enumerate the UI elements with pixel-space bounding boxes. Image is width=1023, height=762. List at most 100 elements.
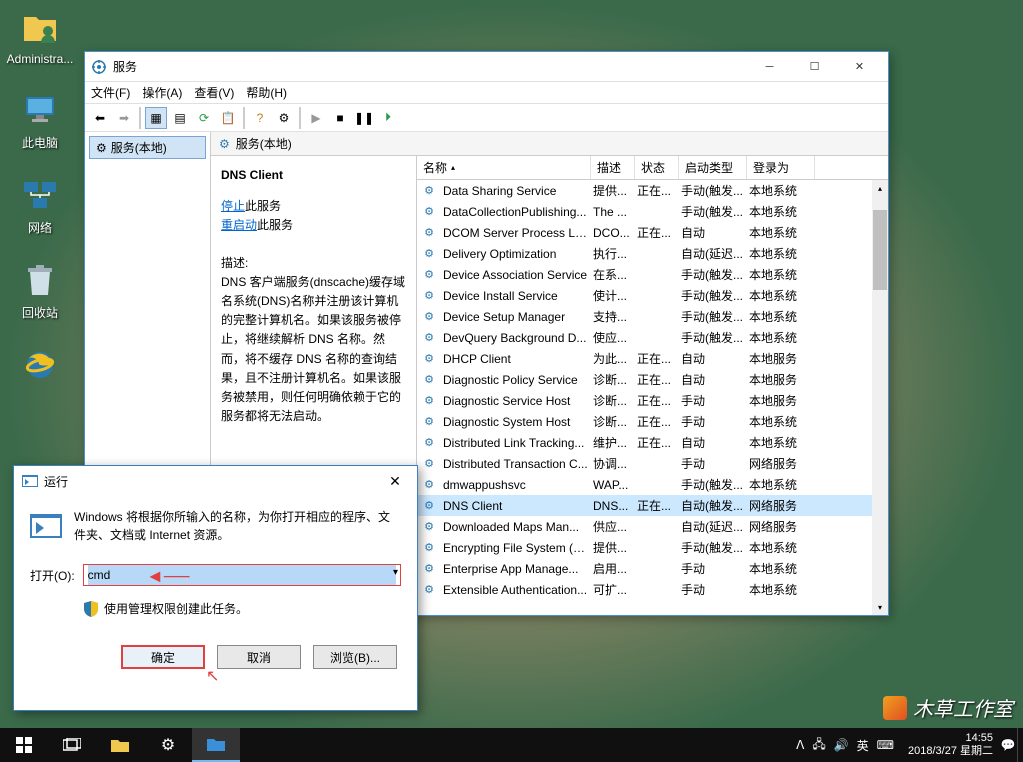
desktop-icon-this-pc[interactable]: 此电脑	[8, 90, 72, 151]
scroll-down-button[interactable]: ▾	[872, 599, 888, 615]
table-row[interactable]: ⚙DataCollectionPublishing...The ...手动(触发…	[417, 201, 888, 222]
gear-icon: ⚙	[421, 540, 437, 556]
vertical-scrollbar[interactable]: ▴ ▾	[872, 180, 888, 615]
gear-icon: ⚙	[421, 561, 437, 577]
run-input[interactable]	[88, 565, 396, 585]
menu-view[interactable]: 查看(V)	[194, 84, 234, 101]
table-row[interactable]: ⚙Distributed Transaction C...协调...手动网络服务	[417, 453, 888, 474]
tray-volume-icon[interactable]: 🔊	[834, 738, 849, 752]
services-local-node[interactable]: ⚙ 服务(本地)	[89, 136, 206, 159]
gear-icon: ⚙	[421, 393, 437, 409]
description-text: DNS 客户端服务(dnscache)缓存域名系统(DNS)名称并注册该计算机的…	[221, 273, 406, 427]
column-startup[interactable]: 启动类型	[679, 156, 747, 179]
run-title: 运行	[44, 473, 375, 490]
menu-action[interactable]: 操作(A)	[142, 84, 182, 101]
scroll-thumb[interactable]	[873, 210, 887, 290]
desktop-icon-recycle-bin[interactable]: 回收站	[8, 260, 72, 321]
cell-desc: 启用...	[591, 560, 635, 577]
gear-icon: ⚙	[421, 225, 437, 241]
toolbar-show-hide[interactable]: ▦	[145, 107, 167, 129]
table-row[interactable]: ⚙Diagnostic Service Host诊断...正在...手动本地服务	[417, 390, 888, 411]
taskbar-clock[interactable]: 14:55 2018/3/27 星期二	[902, 732, 999, 758]
toolbar-forward[interactable]: ➡	[113, 107, 135, 129]
cell-status: 正在...	[635, 434, 679, 451]
restart-service-link[interactable]: 重启动	[221, 218, 257, 232]
gear-icon: ⚙	[421, 183, 437, 199]
cell-name: Device Setup Manager	[441, 310, 591, 324]
toolbar-properties[interactable]: ▤	[169, 107, 191, 129]
cell-desc: 维护...	[591, 434, 635, 451]
table-row[interactable]: ⚙Device Association Service在系...手动(触发...…	[417, 264, 888, 285]
taskbar-edge[interactable]	[192, 728, 240, 762]
action-center-button[interactable]: 💬	[999, 728, 1017, 762]
table-row[interactable]: ⚙Downloaded Maps Man...供应...自动(延迟...网络服务	[417, 516, 888, 537]
toolbar-export[interactable]: 📋	[217, 107, 239, 129]
clock-time: 14:55	[908, 732, 993, 745]
table-row[interactable]: ⚙DNS ClientDNS...正在...自动(触发...网络服务	[417, 495, 888, 516]
menu-file[interactable]: 文件(F)	[91, 84, 130, 101]
cell-startup: 手动(触发...	[679, 287, 747, 304]
table-row[interactable]: ⚙Diagnostic System Host诊断...正在...手动本地系统	[417, 411, 888, 432]
table-row[interactable]: ⚙Data Sharing Service提供...正在...手动(触发...本…	[417, 180, 888, 201]
table-row[interactable]: ⚙Encrypting File System (E...提供...手动(触发.…	[417, 537, 888, 558]
browse-button[interactable]: 浏览(B)...	[313, 645, 397, 669]
taskbar-file-explorer[interactable]	[96, 728, 144, 762]
cell-startup: 手动(触发...	[679, 476, 747, 493]
toolbar-start-service[interactable]: ▶	[305, 107, 327, 129]
run-titlebar[interactable]: 运行 ✕	[14, 466, 417, 496]
gear-icon: ⚙	[96, 141, 107, 155]
cell-name: Data Sharing Service	[441, 184, 591, 198]
tray-up-icon[interactable]: ᐱ	[796, 738, 804, 752]
cell-startup: 手动(触发...	[679, 308, 747, 325]
toolbar-restart-service[interactable]: ⏵	[377, 107, 399, 129]
table-row[interactable]: ⚙Distributed Link Tracking...维护...正在...自…	[417, 432, 888, 453]
run-input-wrapper: ▾	[83, 564, 401, 586]
cancel-button[interactable]: 取消	[217, 645, 301, 669]
cell-logon: 本地系统	[747, 308, 815, 325]
cell-logon: 本地系统	[747, 182, 815, 199]
task-view-button[interactable]	[48, 728, 96, 762]
desktop-icon-administrator[interactable]: Administra...	[8, 8, 72, 66]
table-row[interactable]: ⚙DevQuery Background D...使应...手动(触发...本地…	[417, 327, 888, 348]
toolbar-back[interactable]: ⬅	[89, 107, 111, 129]
run-close-button[interactable]: ✕	[375, 468, 415, 494]
column-logon[interactable]: 登录为	[747, 156, 815, 179]
table-row[interactable]: ⚙dmwappushsvcWAP...手动(触发...本地系统	[417, 474, 888, 495]
table-row[interactable]: ⚙DHCP Client为此...正在...自动本地服务	[417, 348, 888, 369]
table-row[interactable]: ⚙Device Setup Manager支持...手动(触发...本地系统	[417, 306, 888, 327]
taskbar-settings[interactable]: ⚙	[144, 728, 192, 762]
tray-network-icon[interactable]: 🖧	[812, 735, 825, 756]
desktop-icon-network[interactable]: 网络	[8, 175, 72, 236]
services-titlebar[interactable]: 服务 ─ ☐ ✕	[85, 52, 888, 82]
desktop-icon-ie[interactable]	[8, 345, 72, 389]
toolbar-refresh[interactable]: ⟳	[193, 107, 215, 129]
show-desktop-button[interactable]	[1017, 728, 1023, 762]
column-name[interactable]: 名称▴	[417, 156, 591, 179]
toolbar-stop-service[interactable]: ■	[329, 107, 351, 129]
table-row[interactable]: ⚙Enterprise App Manage...启用...手动本地系统	[417, 558, 888, 579]
close-button[interactable]: ✕	[837, 53, 882, 81]
dropdown-icon[interactable]: ▾	[393, 567, 398, 578]
scroll-up-button[interactable]: ▴	[872, 180, 888, 196]
stop-service-link[interactable]: 停止	[221, 199, 245, 213]
minimize-button[interactable]: ─	[747, 53, 792, 81]
toolbar-settings[interactable]: ⚙	[273, 107, 295, 129]
column-description[interactable]: 描述	[591, 156, 635, 179]
column-status[interactable]: 状态	[635, 156, 679, 179]
menu-help[interactable]: 帮助(H)	[246, 84, 287, 101]
ok-button[interactable]: 确定	[121, 645, 205, 669]
table-row[interactable]: ⚙Device Install Service使计...手动(触发...本地系统	[417, 285, 888, 306]
table-row[interactable]: ⚙Extensible Authentication...可扩...手动本地系统	[417, 579, 888, 600]
toolbar-help[interactable]: ?	[249, 107, 271, 129]
cell-name: Diagnostic System Host	[441, 415, 591, 429]
toolbar-pause-service[interactable]: ❚❚	[353, 107, 375, 129]
start-button[interactable]	[0, 728, 48, 762]
table-row[interactable]: ⚙Diagnostic Policy Service诊断...正在...自动本地…	[417, 369, 888, 390]
tray-keyboard-icon[interactable]: ⌨	[877, 738, 894, 752]
table-row[interactable]: ⚙Delivery Optimization执行...自动(延迟...本地系统	[417, 243, 888, 264]
gear-icon: ⚙	[421, 435, 437, 451]
services-icon	[91, 59, 107, 75]
tray-ime[interactable]: 英	[857, 737, 869, 754]
table-row[interactable]: ⚙DCOM Server Process La...DCO...正在...自动本…	[417, 222, 888, 243]
maximize-button[interactable]: ☐	[792, 53, 837, 81]
